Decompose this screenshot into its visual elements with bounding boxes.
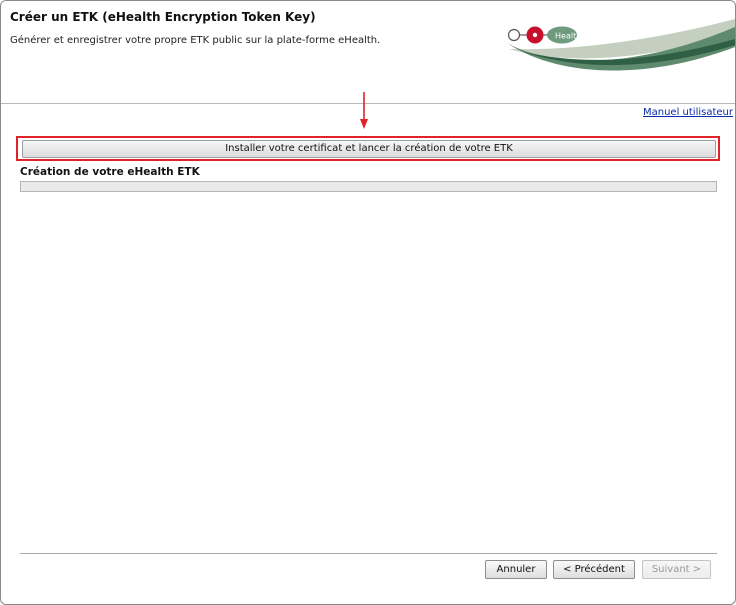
- red-arrow-annotation: [360, 92, 368, 129]
- logo-text: Health: [555, 32, 581, 41]
- page-title: Créer un ETK (eHealth Encryption Token K…: [10, 10, 316, 24]
- ehealth-logo: Health: [507, 19, 735, 71]
- etk-progress-bar: [20, 181, 717, 192]
- cancel-button[interactable]: Annuler: [485, 560, 547, 579]
- next-button[interactable]: Suivant >: [642, 560, 711, 579]
- wizard-header: Créer un ETK (eHealth Encryption Token K…: [1, 1, 735, 89]
- previous-button[interactable]: < Précédent: [553, 560, 635, 579]
- wizard-window: Créer un ETK (eHealth Encryption Token K…: [0, 0, 736, 605]
- etk-creation-label: Création de votre eHealth ETK: [20, 166, 200, 178]
- install-certificate-button[interactable]: Installer votre certificat et lancer la …: [22, 140, 716, 158]
- page-subtitle: Générer et enregistrer votre propre ETK …: [10, 35, 381, 46]
- footer-divider: [20, 553, 717, 554]
- user-manual-link[interactable]: Manuel utilisateur: [643, 107, 733, 118]
